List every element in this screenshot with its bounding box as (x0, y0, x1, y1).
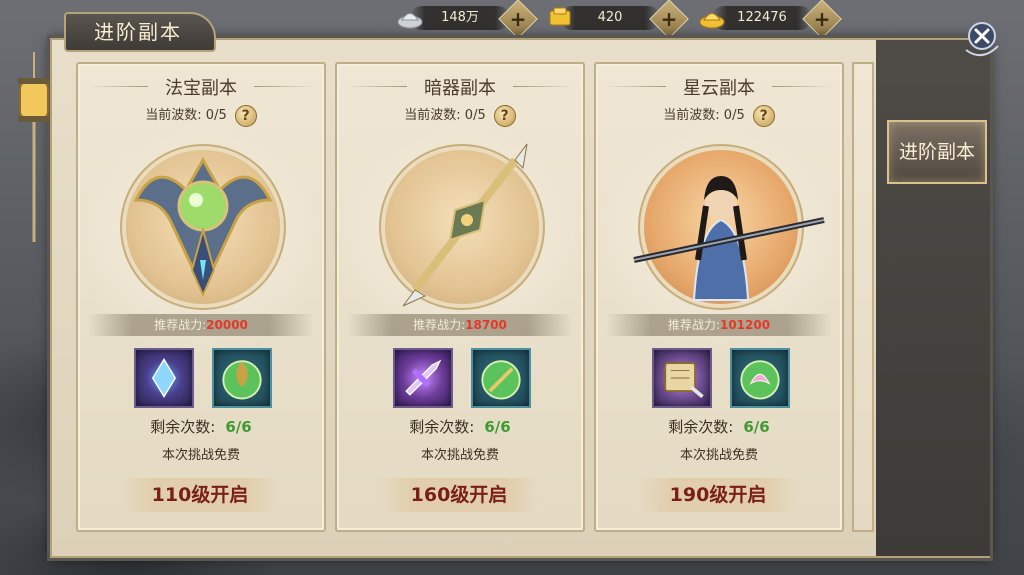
bound-gold-amount: 122476 (712, 6, 812, 30)
close-button[interactable] (960, 16, 1004, 60)
remaining-attempts: 剩余次数: 6/6 (409, 418, 511, 436)
next-card-peek[interactable] (852, 62, 874, 532)
dungeon-card-anqi[interactable]: 暗器副本 当前波数: 0/5? 推荐战力:18700 剩余次数: 6/6 本次挑战… (335, 62, 585, 532)
scroll-icon (664, 362, 704, 399)
dungeon-card-fabao[interactable]: 法宝副本 当前波数: 0/5? 推荐战力:20000 剩余次数: 6/6 本次挑战… (76, 62, 326, 532)
silver-amount: 148万 (410, 6, 510, 30)
gold-ingot-icon (549, 7, 571, 26)
recommended-power: 推荐战力:101200 (606, 314, 832, 336)
recommended-power: 推荐战力:20000 (88, 314, 314, 336)
page-title: 进阶副本 (64, 12, 216, 52)
dungeon-emblem (385, 143, 539, 307)
free-challenge-text: 本次挑战免费 (420, 448, 499, 463)
unlock-level: 110级开启 (120, 478, 280, 512)
tab-advanced-dungeon[interactable]: 进阶副本 (887, 120, 987, 184)
magic-artifact-icon (133, 156, 273, 298)
recommended-power: 推荐战力:18700 (347, 314, 573, 336)
purple-dart-icon (405, 359, 442, 396)
free-challenge-text: 本次挑战免费 (679, 448, 758, 463)
unlock-level: 160级开启 (379, 478, 539, 512)
reward-item[interactable] (730, 348, 790, 408)
card-title: 法宝副本 (165, 78, 237, 99)
lotus-orb-icon (740, 360, 780, 400)
reward-item[interactable] (393, 348, 453, 408)
remaining-attempts: 剩余次数: 6/6 (668, 418, 770, 436)
dungeon-emblem (126, 150, 280, 304)
green-orb-dart-icon (481, 360, 521, 400)
side-tab-rail (876, 40, 990, 556)
reward-list (393, 348, 533, 410)
free-challenge-text: 本次挑战免费 (161, 448, 240, 463)
remaining-attempts: 剩余次数: 6/6 (150, 418, 252, 436)
dungeon-card-xingyun[interactable]: 星云副本 当前波数: 0/5? 推荐战力:101200 剩余次数: 6/6 本次挑… (594, 62, 844, 532)
unlock-level: 190级开启 (638, 478, 798, 512)
lantern-icon (18, 52, 50, 242)
blue-crystal-icon (151, 357, 177, 399)
reward-item[interactable] (134, 348, 194, 408)
reward-item[interactable] (212, 348, 272, 408)
hidden-weapon-icon (402, 143, 528, 307)
gourd-orb-icon (222, 360, 262, 400)
silver-ingot-icon (397, 13, 423, 29)
reward-item[interactable] (471, 348, 531, 408)
reward-list (134, 348, 274, 410)
card-title: 星云副本 (683, 78, 755, 99)
reward-list (652, 348, 792, 410)
gold-amount: 420 (560, 6, 660, 30)
card-title: 暗器副本 (424, 78, 496, 99)
reward-item[interactable] (652, 348, 712, 408)
gold-ingot-icon (699, 13, 725, 29)
swordsman-icon (633, 176, 825, 301)
dungeon-emblem (633, 150, 825, 304)
